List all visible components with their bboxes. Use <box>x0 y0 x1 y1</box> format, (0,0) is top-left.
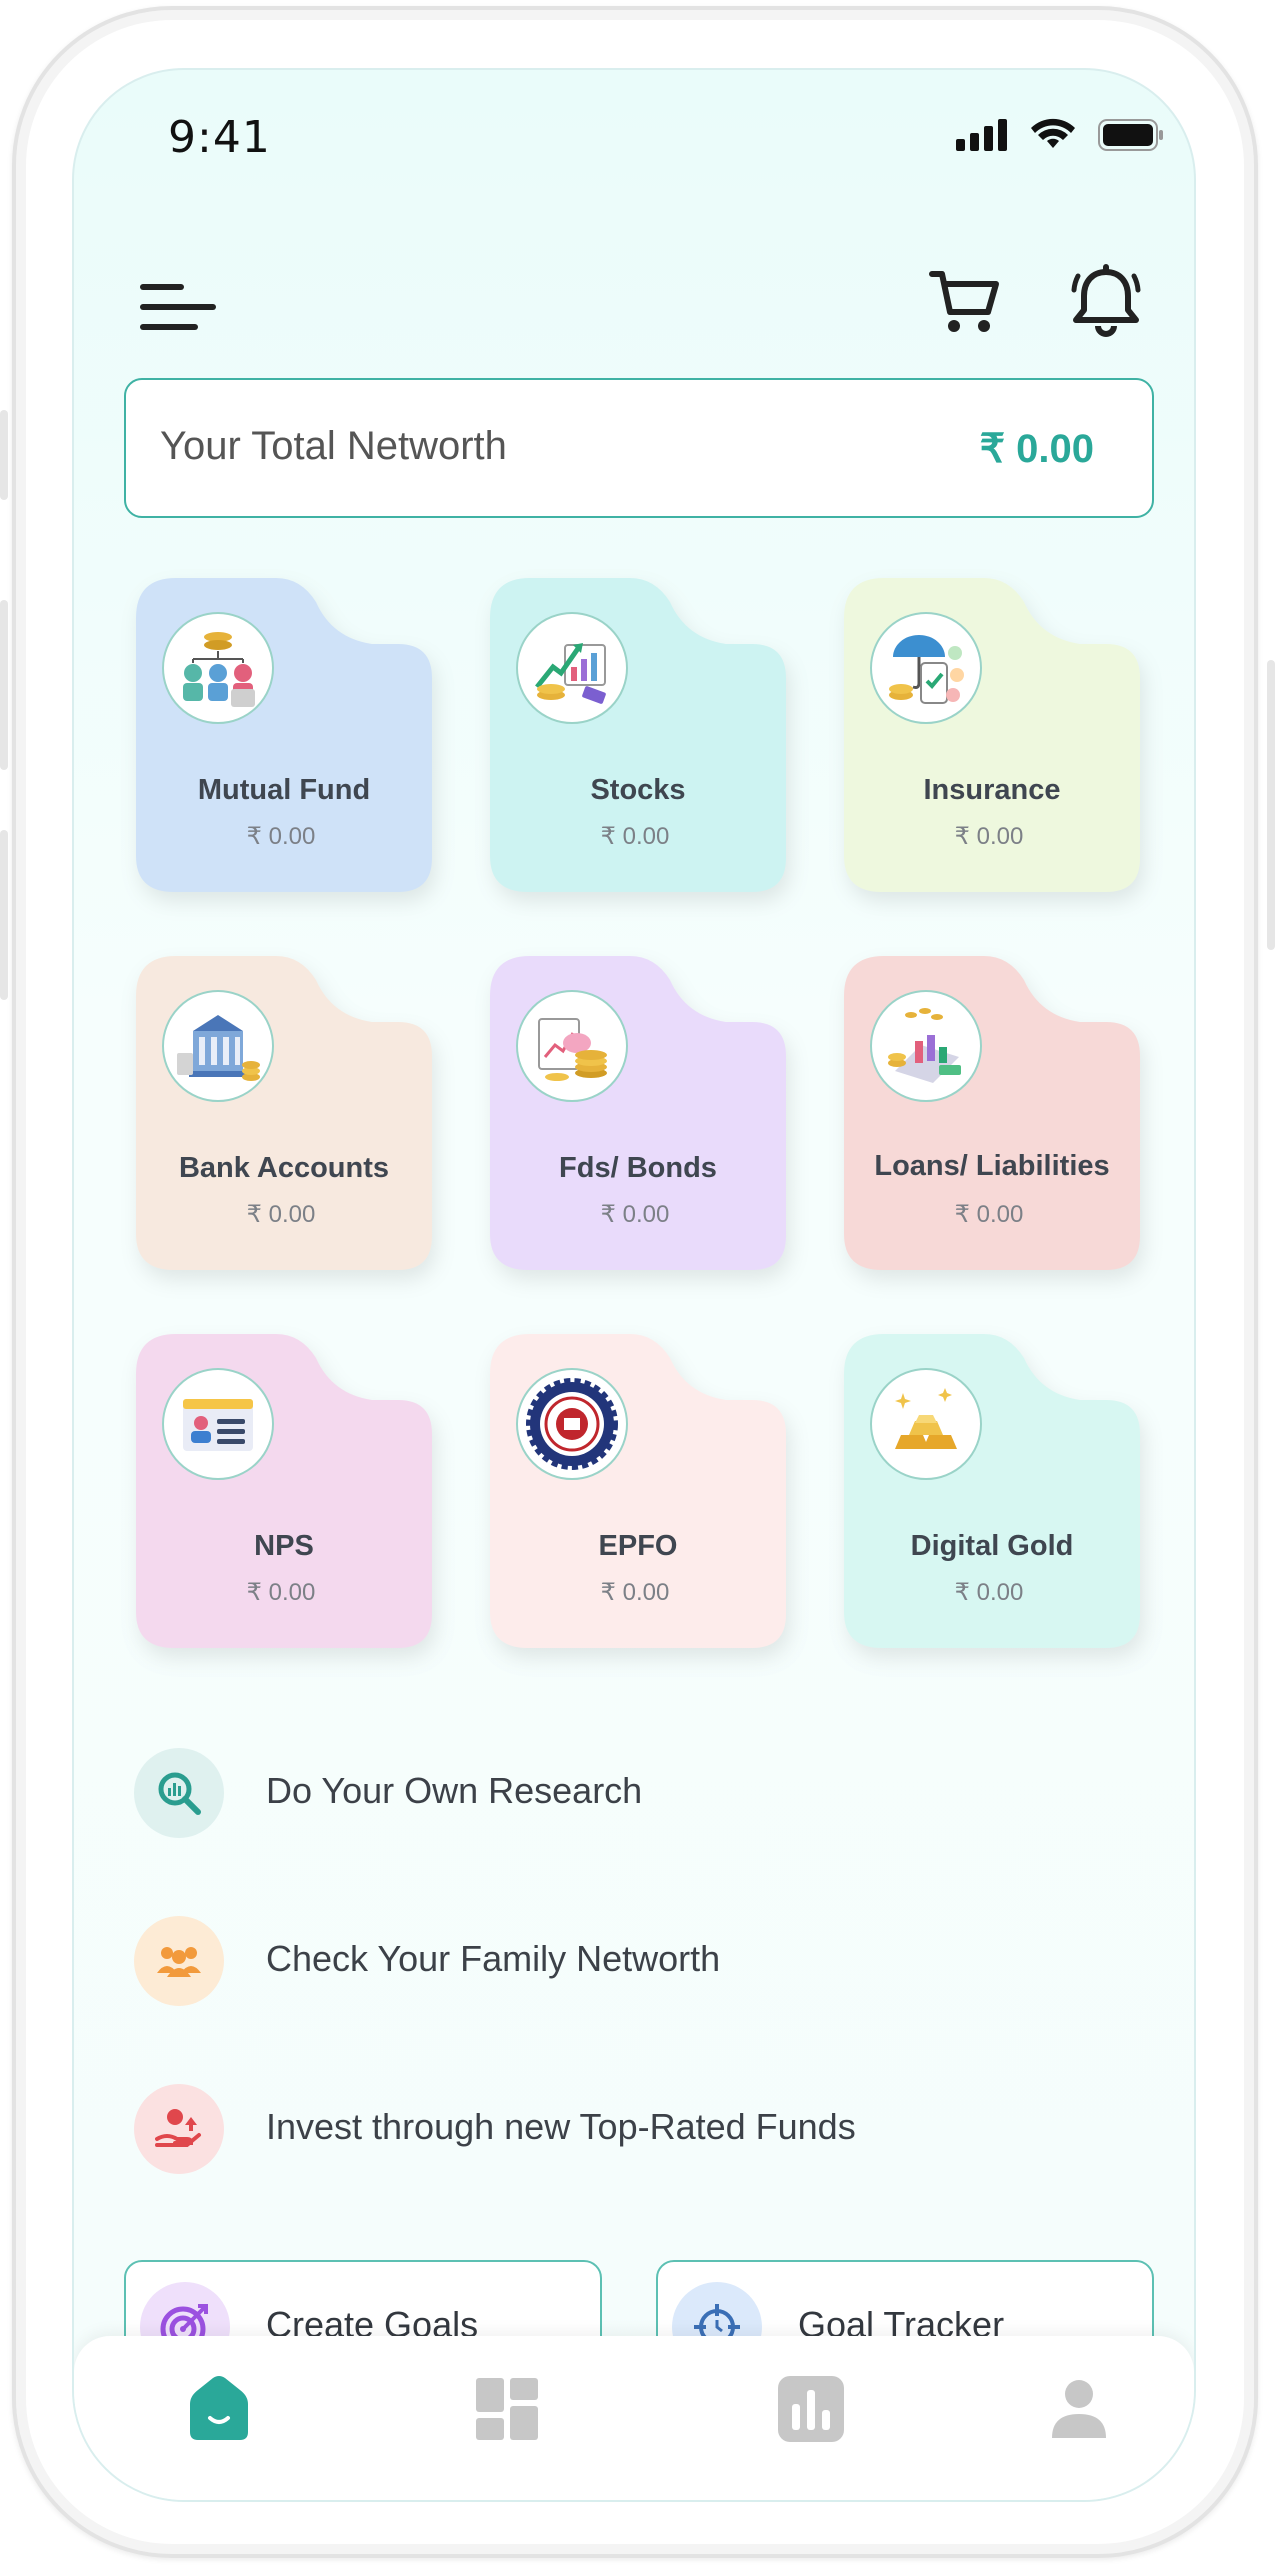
insurance-icon <box>870 612 982 724</box>
research-icon <box>134 1748 224 1838</box>
asset-name: NPS <box>254 1530 314 1562</box>
asset-card-mutual-fund[interactable]: Mutual Fund ₹ 0.00 <box>136 578 436 898</box>
gold-icon <box>870 1368 982 1480</box>
asset-card-digital-gold[interactable]: Digital Gold ₹ 0.00 <box>844 1334 1144 1654</box>
action-check-family-networth[interactable]: Check Your Family Networth <box>134 1916 1034 2016</box>
asset-card-loans-liabilities[interactable]: Loans/ Liabilities ₹ 0.00 <box>844 956 1144 1276</box>
asset-name: EPFO <box>598 1530 678 1562</box>
volume-down-button <box>0 830 8 1000</box>
asset-name: Insurance <box>923 774 1061 806</box>
bottom-navigation <box>74 2336 1194 2500</box>
asset-value: ₹ 0.00 <box>600 1201 670 1228</box>
asset-card-fds-bonds[interactable]: Fds/ Bonds ₹ 0.00 <box>490 956 790 1276</box>
asset-value: ₹ 0.00 <box>246 823 316 850</box>
power-button <box>1267 660 1275 950</box>
profile-icon[interactable] <box>1044 2374 1114 2444</box>
asset-name: Stocks <box>590 774 686 806</box>
asset-value: ₹ 0.00 <box>954 1579 1024 1606</box>
asset-card-bank-accounts[interactable]: Bank Accounts ₹ 0.00 <box>136 956 436 1276</box>
volume-up-button <box>0 600 8 770</box>
asset-value: ₹ 0.00 <box>600 823 670 850</box>
stocks-icon <box>516 612 628 724</box>
asset-card-epfo[interactable]: EPFO ₹ 0.00 <box>490 1334 790 1654</box>
loans-icon <box>870 990 982 1102</box>
home-icon[interactable] <box>184 2374 254 2444</box>
asset-value: ₹ 0.00 <box>954 823 1024 850</box>
asset-name: Digital Gold <box>910 1530 1074 1562</box>
asset-value: ₹ 0.00 <box>246 1579 316 1606</box>
dashboard-icon[interactable] <box>472 2374 542 2444</box>
action-label: Do Your Own Research <box>266 1770 643 1811</box>
app-screen: 9:41 Your Total Networth ₹ 0.00 Mutual F… <box>72 68 1196 2502</box>
bank-icon <box>162 990 274 1102</box>
asset-value: ₹ 0.00 <box>954 1201 1024 1228</box>
family-icon <box>134 1916 224 2006</box>
action-label: Check Your Family Networth <box>266 1938 721 1979</box>
action-invest-top-rated-funds[interactable]: Invest through new Top-Rated Funds <box>134 2084 1034 2184</box>
asset-card-insurance[interactable]: Insurance ₹ 0.00 <box>844 578 1144 898</box>
nps-icon <box>162 1368 274 1480</box>
mute-switch <box>0 410 8 500</box>
mutual-fund-icon <box>162 612 274 724</box>
asset-name: Bank Accounts <box>178 1152 390 1184</box>
asset-card-stocks[interactable]: Stocks ₹ 0.00 <box>490 578 790 898</box>
asset-value: ₹ 0.00 <box>600 1579 670 1606</box>
analytics-icon[interactable] <box>776 2374 846 2444</box>
asset-card-nps[interactable]: NPS ₹ 0.00 <box>136 1334 436 1654</box>
fds-bonds-icon <box>516 990 628 1102</box>
invest-hand-icon <box>134 2084 224 2174</box>
epfo-icon <box>516 1368 628 1480</box>
asset-value: ₹ 0.00 <box>246 1201 316 1228</box>
asset-name: Fds/ Bonds <box>559 1152 717 1184</box>
action-label: Invest through new Top-Rated Funds <box>266 2106 856 2147</box>
action-do-your-own-research[interactable]: Do Your Own Research <box>134 1748 1034 1848</box>
asset-name: Mutual Fund <box>197 774 371 806</box>
asset-name: Loans/ Liabilities <box>874 1150 1110 1182</box>
